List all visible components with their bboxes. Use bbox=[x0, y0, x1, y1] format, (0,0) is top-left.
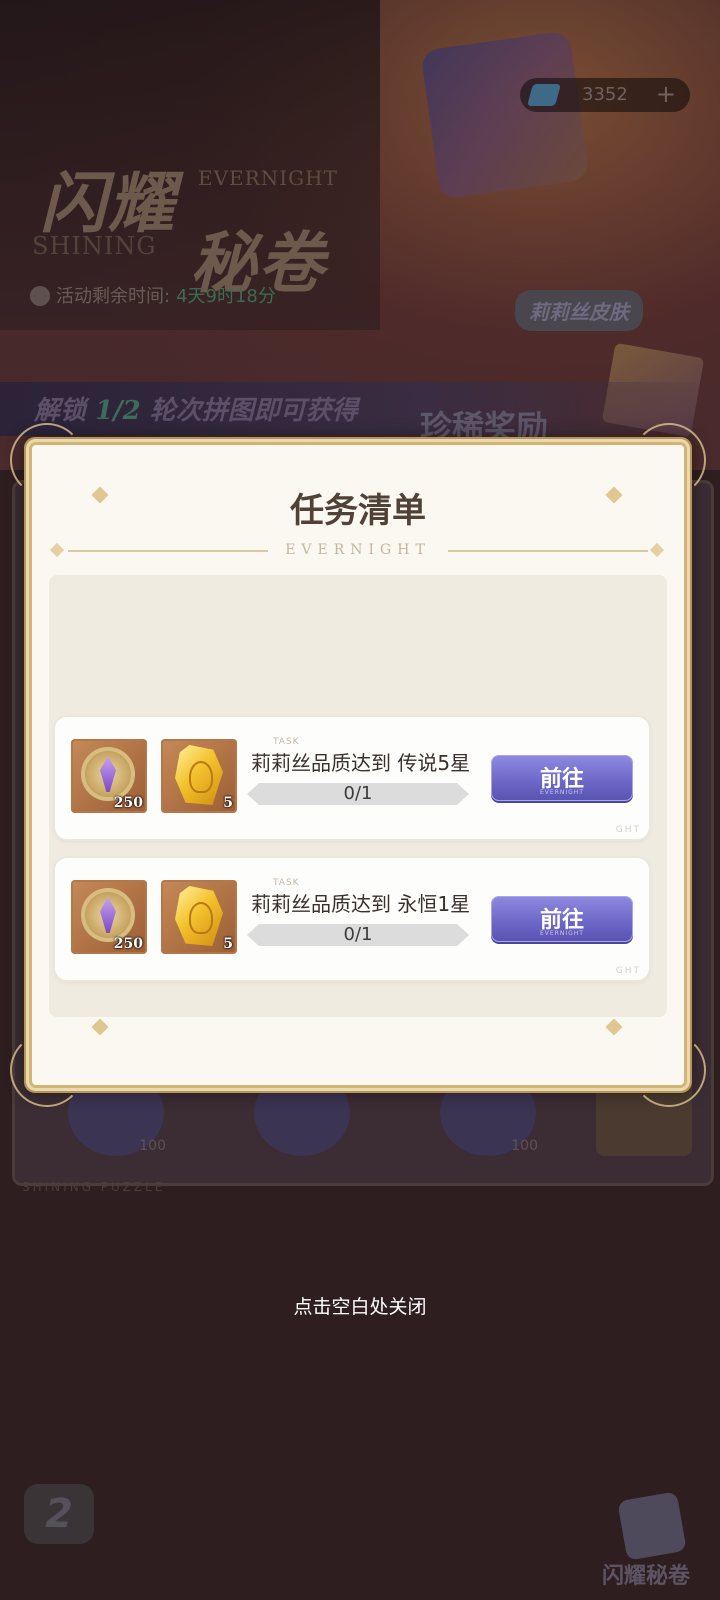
go-button[interactable]: 前往 EVERNIGHT bbox=[491, 896, 633, 942]
event-subtitle-en: EVERNIGHT bbox=[198, 166, 338, 190]
event-timer: 活动剩余时间: 4天9时18分 bbox=[30, 282, 276, 308]
tap-to-close-hint[interactable]: 点击空白处关闭 bbox=[0, 1292, 720, 1319]
card-watermark: GHT bbox=[615, 966, 641, 976]
purple-rune-coin-icon bbox=[81, 747, 135, 801]
rune-glyph bbox=[100, 897, 116, 933]
reward-banner: 解锁 1/2 轮次拼图即可获得 珍稀奖励 bbox=[0, 382, 720, 446]
banner-text-suffix: 轮次拼图即可获得 bbox=[140, 396, 358, 426]
timer-value: 4天9时18分 bbox=[176, 286, 276, 307]
reward-item[interactable]: 250 bbox=[71, 880, 147, 954]
slot-qty: 100 bbox=[139, 1138, 166, 1154]
reward-item[interactable]: 250 bbox=[71, 739, 147, 813]
sparkle-icon bbox=[605, 1018, 623, 1036]
go-button[interactable]: 前往 EVERNIGHT bbox=[491, 755, 633, 801]
add-currency-icon: + bbox=[655, 80, 676, 108]
task-item: 250 5 TASK 莉莉丝品质达到 传说5星 0/1 前往 EVERNIGHT… bbox=[55, 717, 649, 839]
reward-qty: 250 bbox=[113, 795, 143, 811]
gem-icon bbox=[527, 84, 561, 106]
go-button-sub: EVERNIGHT bbox=[540, 930, 584, 937]
sparkle-icon bbox=[91, 1018, 109, 1036]
purple-rune-coin-icon bbox=[81, 888, 135, 942]
corner-ornament bbox=[10, 1033, 84, 1107]
puzzle-icon bbox=[617, 1491, 687, 1561]
task-description: 莉莉丝品质达到 永恒1星 bbox=[251, 892, 471, 916]
reward-qty: 5 bbox=[223, 936, 233, 952]
banner-text-prefix: 解锁 bbox=[34, 396, 96, 426]
divider-line bbox=[68, 550, 268, 552]
event-title-line1: 闪耀 bbox=[40, 164, 176, 242]
task-tag: TASK bbox=[273, 878, 300, 888]
task-tag: TASK bbox=[273, 737, 300, 747]
progress-text: 0/1 bbox=[343, 783, 373, 804]
skin-tag: 莉莉丝皮肤 bbox=[515, 290, 643, 331]
crystal-face bbox=[189, 902, 213, 934]
rune-glyph bbox=[100, 756, 116, 792]
gold-crystal-icon bbox=[175, 745, 223, 805]
game-logo: 2 bbox=[24, 1484, 94, 1544]
go-button-sub: EVERNIGHT bbox=[540, 789, 584, 796]
task-progress-bar: 0/1 bbox=[247, 783, 469, 805]
banner-highlight: 1/2 bbox=[95, 396, 141, 426]
task-item: 250 5 TASK 莉莉丝品质达到 永恒1星 0/1 前往 EVERNIGHT… bbox=[55, 858, 649, 980]
reward-item[interactable]: 5 bbox=[161, 880, 237, 954]
board-footer: SHINING PUZZLE bbox=[22, 1180, 166, 1194]
event-subtitle-en2: SHINING bbox=[32, 232, 157, 260]
reward-qty: 250 bbox=[113, 936, 143, 952]
reward-qty: 5 bbox=[223, 795, 233, 811]
card-watermark: GHT bbox=[615, 825, 641, 835]
divider-word: EVERNIGHT bbox=[285, 542, 431, 558]
divider-diamond bbox=[649, 542, 665, 558]
crystal-face bbox=[189, 761, 213, 793]
title-divider: EVERNIGHT bbox=[49, 541, 665, 561]
divider-line bbox=[448, 550, 648, 552]
task-list-dialog: 任务清单 EVERNIGHT 250 5 TASK 莉莉丝品质达到 传说5星 0… bbox=[10, 423, 706, 1107]
event-shortcut-label: 闪耀秘卷 bbox=[602, 1563, 691, 1589]
divider-diamond bbox=[49, 542, 65, 558]
reward-item[interactable]: 5 bbox=[161, 739, 237, 813]
clock-icon bbox=[30, 286, 50, 306]
currency-bar: 3352 + bbox=[520, 78, 690, 112]
banner-text: 解锁 1/2 轮次拼图即可获得 bbox=[34, 390, 358, 427]
puzzle-art bbox=[420, 30, 590, 200]
task-progress-bar: 0/1 bbox=[247, 924, 469, 946]
progress-text: 0/1 bbox=[343, 924, 373, 945]
banner-rare: 珍稀奖励 bbox=[420, 408, 549, 446]
currency-value: 3352 bbox=[582, 84, 628, 105]
timer-label: 活动剩余时间: bbox=[56, 286, 171, 307]
dialog-title: 任务清单 bbox=[290, 491, 426, 531]
task-description: 莉莉丝品质达到 传说5星 bbox=[251, 751, 471, 775]
slot-qty: 100 bbox=[511, 1138, 538, 1154]
corner-ornament bbox=[632, 1033, 706, 1107]
task-list[interactable]: 250 5 TASK 莉莉丝品质达到 传说5星 0/1 前往 EVERNIGHT… bbox=[49, 575, 667, 1017]
event-shortcut-button: 闪耀秘卷 bbox=[594, 1491, 710, 1596]
gold-crystal-icon bbox=[175, 886, 223, 946]
